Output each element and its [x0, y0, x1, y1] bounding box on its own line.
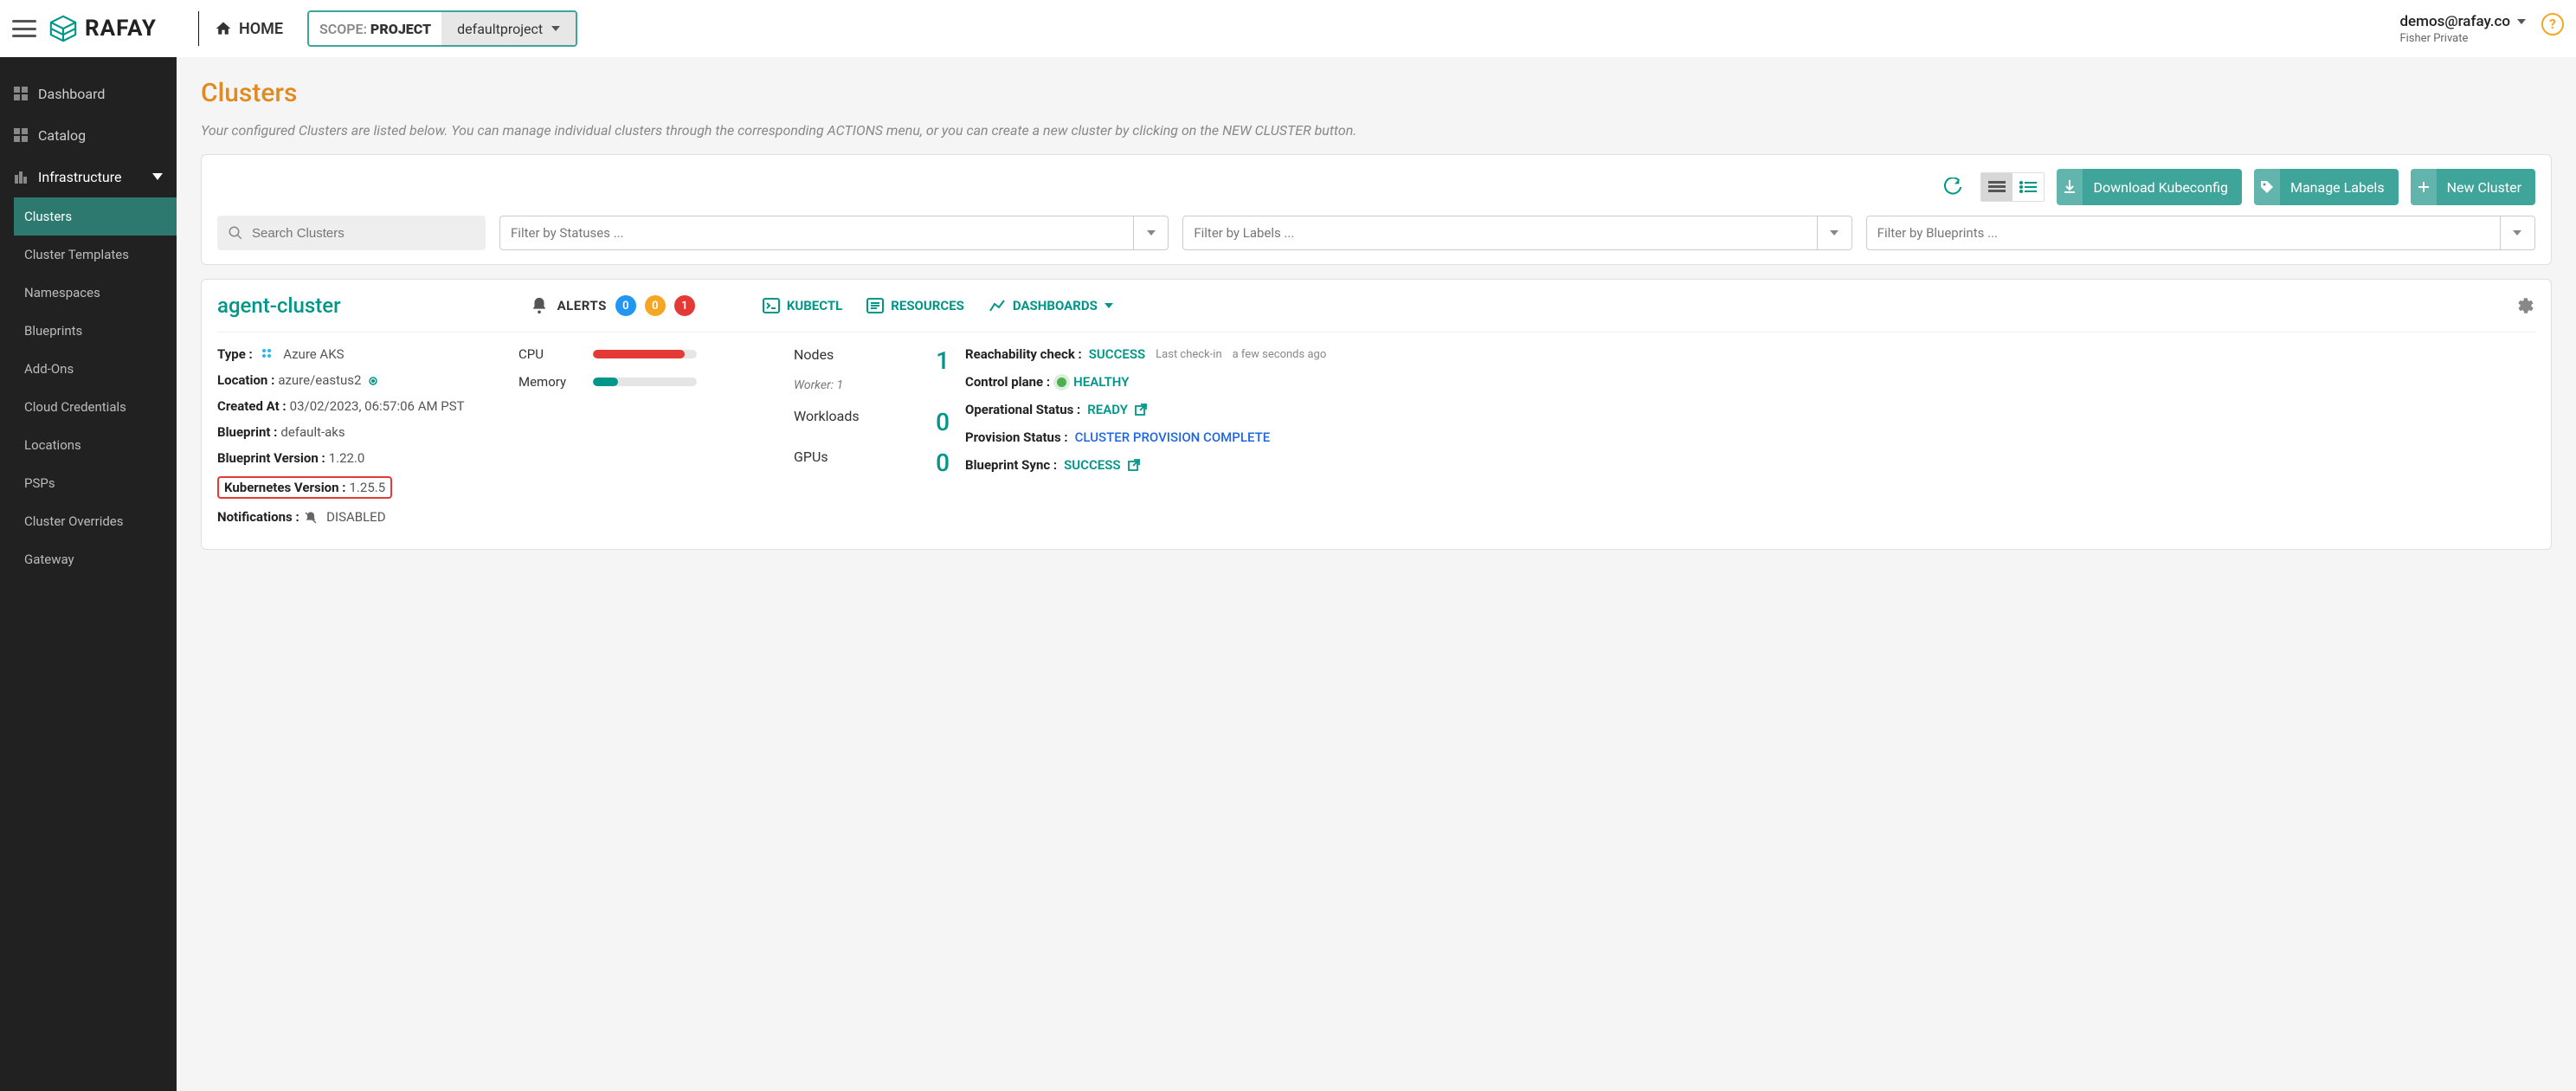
alerts-label: ALERTS	[557, 298, 607, 313]
cluster-card: agent-cluster ALERTS 0 0 1 KUBECTL RESO	[201, 279, 2552, 550]
manage-labels-button[interactable]: Manage Labels	[2254, 169, 2399, 205]
download-icon	[2063, 180, 2077, 194]
target-icon	[368, 376, 378, 386]
scope-selector[interactable]: SCOPE: PROJECT defaultproject	[307, 10, 577, 47]
caret-down-icon	[1104, 303, 1113, 308]
logo[interactable]: RAFAY	[48, 14, 157, 43]
view-card-button[interactable]	[1981, 173, 2012, 201]
filter-blueprints[interactable]: Filter by Blueprints ...	[1866, 216, 2535, 250]
dashboard-icon	[14, 87, 28, 100]
card-view-icon	[1988, 181, 2006, 193]
sidebar-item-cloud-credentials[interactable]: Cloud Credentials	[14, 388, 177, 426]
help-button[interactable]: ?	[2541, 13, 2564, 36]
logo-text: RAFAY	[85, 16, 157, 42]
filter-labels[interactable]: Filter by Labels ...	[1182, 216, 1852, 250]
topbar: RAFAY HOME SCOPE: PROJECT defaultproject…	[0, 0, 2576, 57]
resource-bars: CPU Memory	[518, 346, 778, 402]
cluster-meta: Type : Azure AKS Location :azure/eastus2…	[217, 346, 503, 535]
sidebar-item-dashboard[interactable]: Dashboard	[0, 73, 177, 114]
filter-statuses[interactable]: Filter by Statuses ...	[499, 216, 1169, 250]
city-icon	[14, 170, 28, 184]
terminal-icon	[763, 298, 780, 313]
page-description: Your configured Clusters are listed belo…	[201, 122, 2552, 139]
main-content: Clusters Your configured Clusters are li…	[177, 57, 2576, 1091]
bell-icon	[530, 296, 549, 315]
logo-icon	[48, 14, 78, 43]
open-external-icon[interactable]	[1135, 403, 1147, 416]
sidebar-item-infrastructure[interactable]: Infrastructure	[0, 156, 177, 197]
sidebar-submenu-infrastructure: Clusters Cluster Templates Namespaces Bl…	[0, 197, 177, 578]
sidebar-item-clusters[interactable]: Clusters	[14, 197, 177, 236]
chart-icon	[989, 299, 1006, 313]
resources-icon	[866, 298, 884, 313]
sidebar-item-cluster-overrides[interactable]: Cluster Overrides	[14, 502, 177, 540]
search-icon	[228, 225, 243, 241]
sidebar-item-cluster-templates[interactable]: Cluster Templates	[14, 236, 177, 274]
cluster-settings-button[interactable]	[2515, 295, 2535, 316]
resources-button[interactable]: RESOURCES	[866, 298, 964, 313]
list-view-icon	[2019, 181, 2037, 193]
sidebar-item-gateway[interactable]: Gateway	[14, 540, 177, 578]
sidebar: Dashboard Catalog Infrastructure Cluster…	[0, 57, 177, 1091]
sidebar-item-namespaces[interactable]: Namespaces	[14, 274, 177, 312]
azure-icon	[261, 348, 275, 362]
kubectl-button[interactable]: KUBECTL	[763, 298, 842, 313]
chevron-down-icon	[152, 173, 163, 180]
caret-down-icon	[2517, 19, 2526, 24]
new-cluster-button[interactable]: New Cluster	[2411, 169, 2535, 205]
scope-value[interactable]: defaultproject	[441, 12, 576, 45]
download-kubeconfig-button[interactable]: Download Kubeconfig	[2057, 169, 2242, 205]
sidebar-item-psps[interactable]: PSPs	[14, 464, 177, 502]
home-label: HOME	[239, 20, 283, 38]
view-list-button[interactable]	[2012, 173, 2044, 201]
plus-icon	[2417, 180, 2431, 194]
alert-badge-info[interactable]: 0	[615, 295, 636, 316]
divider	[198, 11, 199, 46]
alert-badge-warning[interactable]: 0	[645, 295, 666, 316]
cluster-counts: Nodes1 Worker: 1 Workloads0 GPUs0	[794, 346, 950, 489]
kubernetes-version-highlight: Kubernetes Version :1.25.5	[217, 476, 392, 499]
gear-icon	[2515, 295, 2535, 316]
page-title: Clusters	[201, 78, 2552, 108]
dashboards-button[interactable]: DASHBOARDS	[989, 298, 1113, 313]
alert-badge-error[interactable]: 1	[674, 295, 695, 316]
cpu-bar: CPU	[518, 346, 778, 362]
user-menu[interactable]: demos@rafay.co	[2399, 13, 2526, 30]
sidebar-item-catalog[interactable]: Catalog	[0, 114, 177, 156]
health-dot-icon	[1057, 378, 1066, 387]
memory-bar: Memory	[518, 374, 778, 390]
grid-icon	[14, 128, 28, 142]
provision-status-link[interactable]: CLUSTER PROVISION COMPLETE	[1075, 429, 1271, 445]
cluster-name-link[interactable]: agent-cluster	[217, 294, 341, 318]
sidebar-item-blueprints[interactable]: Blueprints	[14, 312, 177, 350]
refresh-button[interactable]	[1937, 171, 1968, 203]
tag-icon	[2260, 180, 2274, 194]
tenant-name: Fisher Private	[2399, 32, 2468, 45]
chevron-down-icon	[1830, 230, 1839, 236]
chevron-down-icon	[2513, 230, 2521, 236]
chevron-down-icon	[1147, 230, 1156, 236]
scope-label: SCOPE: PROJECT	[309, 21, 441, 37]
search-clusters[interactable]	[217, 216, 486, 250]
home-icon	[215, 20, 232, 37]
caret-down-icon	[551, 26, 560, 31]
menu-toggle[interactable]	[12, 20, 36, 37]
search-input[interactable]	[252, 226, 475, 241]
cluster-status: Reachability check :SUCCESSLast check-in…	[965, 346, 2535, 485]
bell-off-icon	[304, 511, 318, 525]
open-external-icon[interactable]	[1128, 459, 1140, 471]
view-toggle	[1980, 172, 2045, 202]
sidebar-item-locations[interactable]: Locations	[14, 426, 177, 464]
refresh-icon	[1943, 178, 1962, 197]
home-link[interactable]: HOME	[215, 20, 283, 38]
toolbar-panel: Download Kubeconfig Manage Labels New Cl…	[201, 154, 2552, 265]
sidebar-item-addons[interactable]: Add-Ons	[14, 350, 177, 388]
